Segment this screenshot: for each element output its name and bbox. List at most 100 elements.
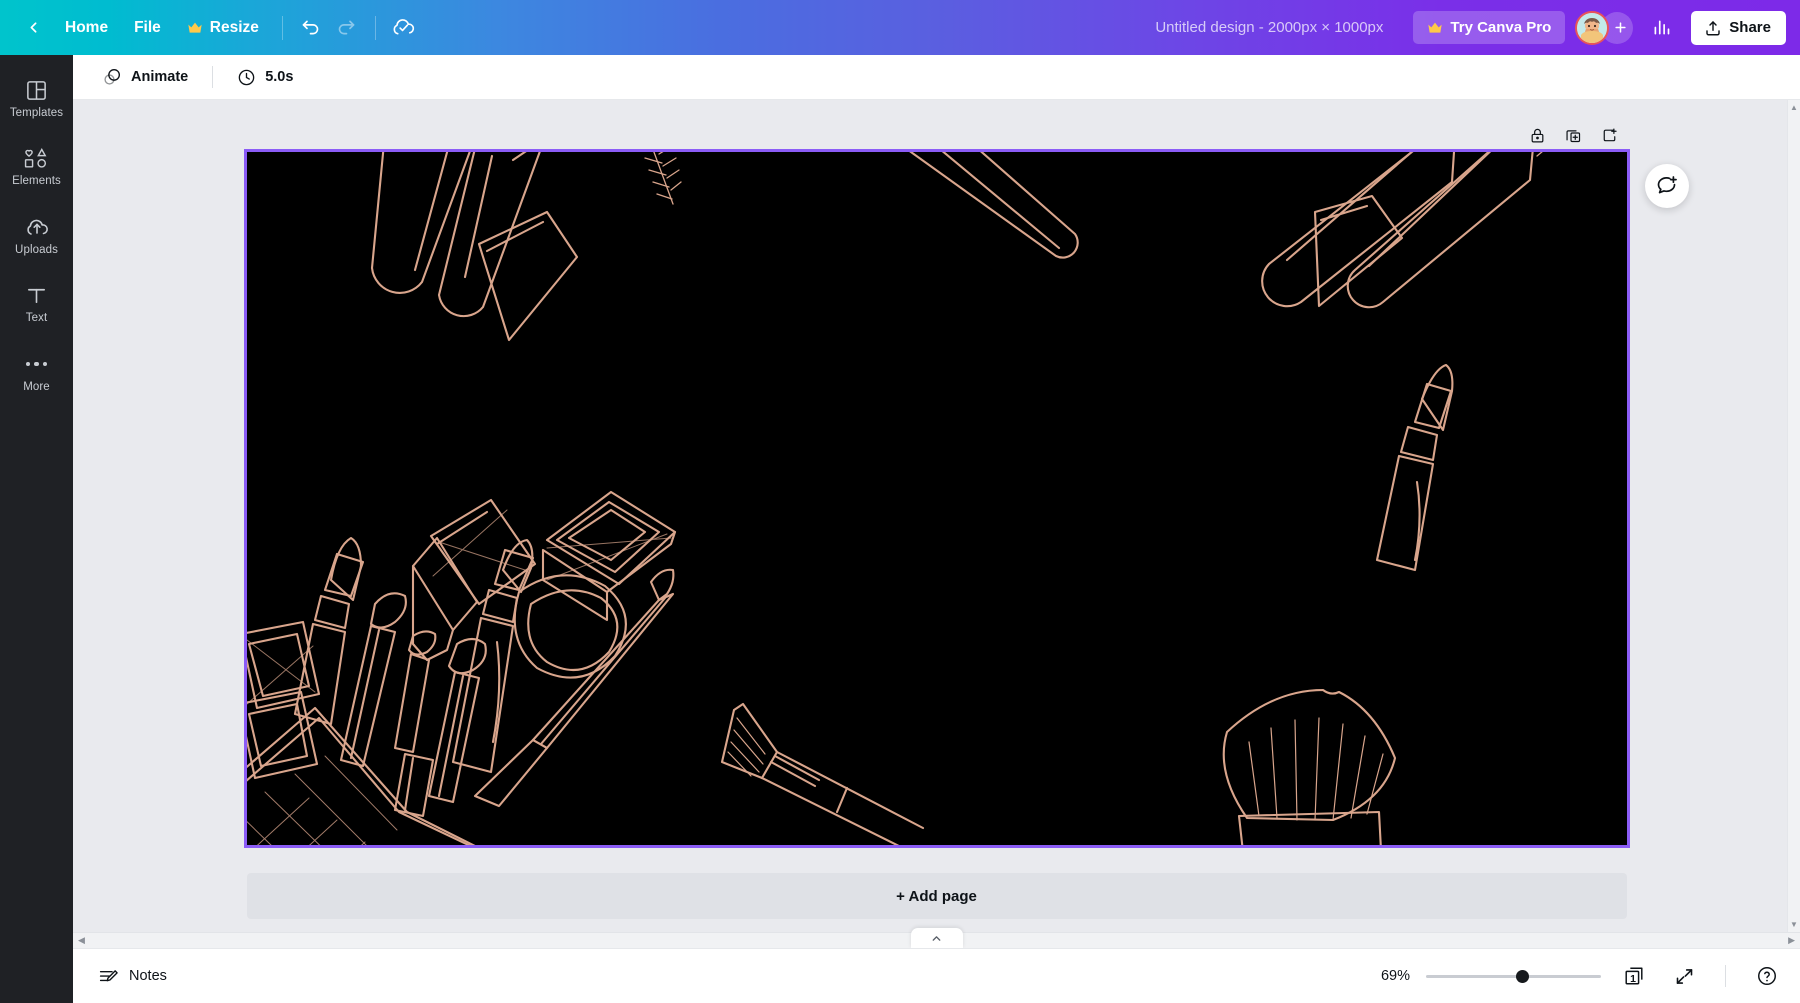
resize-label: Resize bbox=[209, 18, 259, 36]
add-page-button[interactable] bbox=[1595, 122, 1625, 148]
design-canvas[interactable] bbox=[243, 149, 1630, 848]
uploads-cloud-icon bbox=[25, 215, 49, 239]
mascara-tube-top-left bbox=[370, 152, 471, 294]
bar-chart-icon bbox=[1651, 17, 1672, 38]
canvas-wrapper bbox=[243, 149, 1689, 848]
eyebrow-pencil-bottom-left bbox=[473, 568, 674, 808]
sidebar-item-elements[interactable]: Elements bbox=[4, 137, 70, 195]
more-dots-icon bbox=[25, 352, 48, 376]
scroll-up-arrow[interactable]: ▲ bbox=[1790, 103, 1798, 112]
collaborators-group bbox=[1575, 10, 1634, 45]
scroll-down-arrow[interactable]: ▼ bbox=[1790, 920, 1798, 929]
elements-icon bbox=[24, 147, 49, 170]
page-manager-button[interactable]: 1 bbox=[1617, 959, 1651, 993]
file-label: File bbox=[134, 18, 161, 36]
canva-editor: Home File Resize Untitled design - 2000p… bbox=[0, 0, 1800, 1003]
plus-icon bbox=[1613, 20, 1628, 35]
zoom-slider[interactable] bbox=[1426, 968, 1601, 984]
toolbar-divider-1 bbox=[281, 15, 283, 40]
context-toolbar: Animate 5.0s bbox=[73, 55, 1800, 100]
chevron-up-icon bbox=[930, 932, 943, 945]
back-button[interactable] bbox=[18, 13, 48, 43]
redo-button[interactable] bbox=[329, 10, 365, 46]
collapse-panel-button[interactable] bbox=[910, 928, 963, 948]
text-icon bbox=[25, 284, 48, 307]
try-canva-pro-button[interactable]: Try Canva Pro bbox=[1413, 11, 1566, 44]
duplicate-page-icon bbox=[1565, 127, 1582, 144]
sidebar-item-label: More bbox=[23, 381, 50, 393]
pages-icon: 1 bbox=[1623, 965, 1645, 987]
chevron-left-icon bbox=[25, 19, 42, 36]
add-comment-icon bbox=[1655, 174, 1679, 198]
lipstick-right bbox=[1375, 363, 1453, 572]
mascara-tube-top-right bbox=[1260, 152, 1455, 308]
crown-icon bbox=[1427, 21, 1443, 35]
upload-icon bbox=[1704, 19, 1722, 37]
bottom-toolbar: Notes 69% 1 bbox=[73, 948, 1800, 1003]
share-label: Share bbox=[1729, 19, 1771, 36]
redo-icon bbox=[336, 17, 357, 38]
clock-icon bbox=[237, 68, 256, 87]
design-insights-button[interactable] bbox=[1643, 10, 1679, 46]
duration-button[interactable]: 5.0s bbox=[226, 62, 304, 93]
page-count-label: 1 bbox=[1630, 973, 1636, 985]
main-column: Animate 5.0s + Add page ▲ ▼ ◀ ▶ Notes 69… bbox=[73, 55, 1800, 1003]
lipgloss-applicator-top-center bbox=[908, 152, 1079, 259]
duplicate-page-button[interactable] bbox=[1559, 122, 1589, 148]
top-toolbar-right: Try Canva Pro Share bbox=[1413, 10, 1786, 46]
add-page-bar[interactable]: + Add page bbox=[246, 873, 1627, 919]
sidebar-item-label: Elements bbox=[12, 175, 61, 187]
expand-arrows-icon bbox=[1674, 966, 1695, 987]
sidebar-item-more[interactable]: More bbox=[4, 342, 70, 401]
zoom-slider-knob[interactable] bbox=[1516, 970, 1530, 983]
fullscreen-button[interactable] bbox=[1667, 959, 1701, 993]
file-menu-button[interactable]: File bbox=[121, 12, 174, 44]
share-button[interactable]: Share bbox=[1691, 10, 1786, 45]
lipgloss-cone-top-right bbox=[1313, 194, 1403, 308]
help-button[interactable] bbox=[1750, 959, 1784, 993]
duration-label: 5.0s bbox=[265, 69, 294, 85]
editor-body: Templates Elements Uploads Text More Ani… bbox=[0, 55, 1800, 1003]
sidebar-item-text[interactable]: Text bbox=[4, 274, 70, 332]
pro-label: Try Canva Pro bbox=[1450, 19, 1552, 36]
scroll-left-arrow[interactable]: ◀ bbox=[78, 935, 85, 946]
cloud-save-status-button[interactable] bbox=[386, 10, 422, 46]
design-title[interactable]: Untitled design - 2000px × 1000px bbox=[1143, 12, 1395, 43]
notes-button[interactable]: Notes bbox=[87, 959, 178, 994]
kabuki-brush-bottom-right bbox=[1222, 688, 1396, 845]
animate-circles-icon bbox=[102, 67, 122, 87]
mascara-bristles-top-right bbox=[1535, 152, 1543, 157]
help-question-icon bbox=[1756, 965, 1778, 987]
notes-pencil-icon bbox=[98, 966, 119, 987]
bottom-toolbar-divider bbox=[1725, 965, 1726, 987]
lock-page-button[interactable] bbox=[1523, 122, 1553, 148]
top-toolbar-left: Home File Resize bbox=[18, 10, 422, 46]
sidebar-item-uploads[interactable]: Uploads bbox=[4, 205, 70, 264]
lipgloss-wand-top-right bbox=[1346, 152, 1534, 309]
concealer-brush-bottom-left bbox=[427, 637, 487, 804]
sidebar-item-label: Text bbox=[25, 312, 48, 324]
mascara-bristles-top-left bbox=[643, 152, 682, 205]
makeup-line-art-artwork bbox=[246, 152, 1543, 845]
page-tools bbox=[247, 122, 1627, 148]
sidebar-item-label: Uploads bbox=[15, 244, 58, 256]
home-label: Home bbox=[65, 18, 109, 36]
top-toolbar: Home File Resize Untitled design - 2000p… bbox=[0, 0, 1800, 55]
canvas-scroll-area[interactable]: + Add page ▲ ▼ ◀ ▶ bbox=[73, 100, 1800, 948]
animate-button[interactable]: Animate bbox=[91, 61, 199, 93]
scroll-right-arrow[interactable]: ▶ bbox=[1788, 935, 1795, 946]
context-toolbar-divider bbox=[212, 66, 214, 88]
sidebar-item-templates[interactable]: Templates bbox=[4, 69, 70, 127]
angled-brush-bottom-center bbox=[720, 702, 924, 845]
undo-button[interactable] bbox=[293, 10, 329, 46]
add-comment-button[interactable] bbox=[1644, 164, 1689, 208]
toolbar-divider-2 bbox=[374, 15, 376, 40]
resize-button[interactable]: Resize bbox=[174, 12, 272, 44]
makeup-bag-bottom-left bbox=[246, 706, 475, 845]
avatar[interactable] bbox=[1575, 10, 1610, 45]
add-page-icon bbox=[1601, 127, 1618, 144]
crown-icon bbox=[187, 21, 203, 35]
compact-powder-bottom-left bbox=[513, 490, 676, 679]
canvas-vertical-scrollbar[interactable]: ▲ ▼ bbox=[1787, 100, 1800, 932]
home-button[interactable]: Home bbox=[52, 12, 121, 44]
